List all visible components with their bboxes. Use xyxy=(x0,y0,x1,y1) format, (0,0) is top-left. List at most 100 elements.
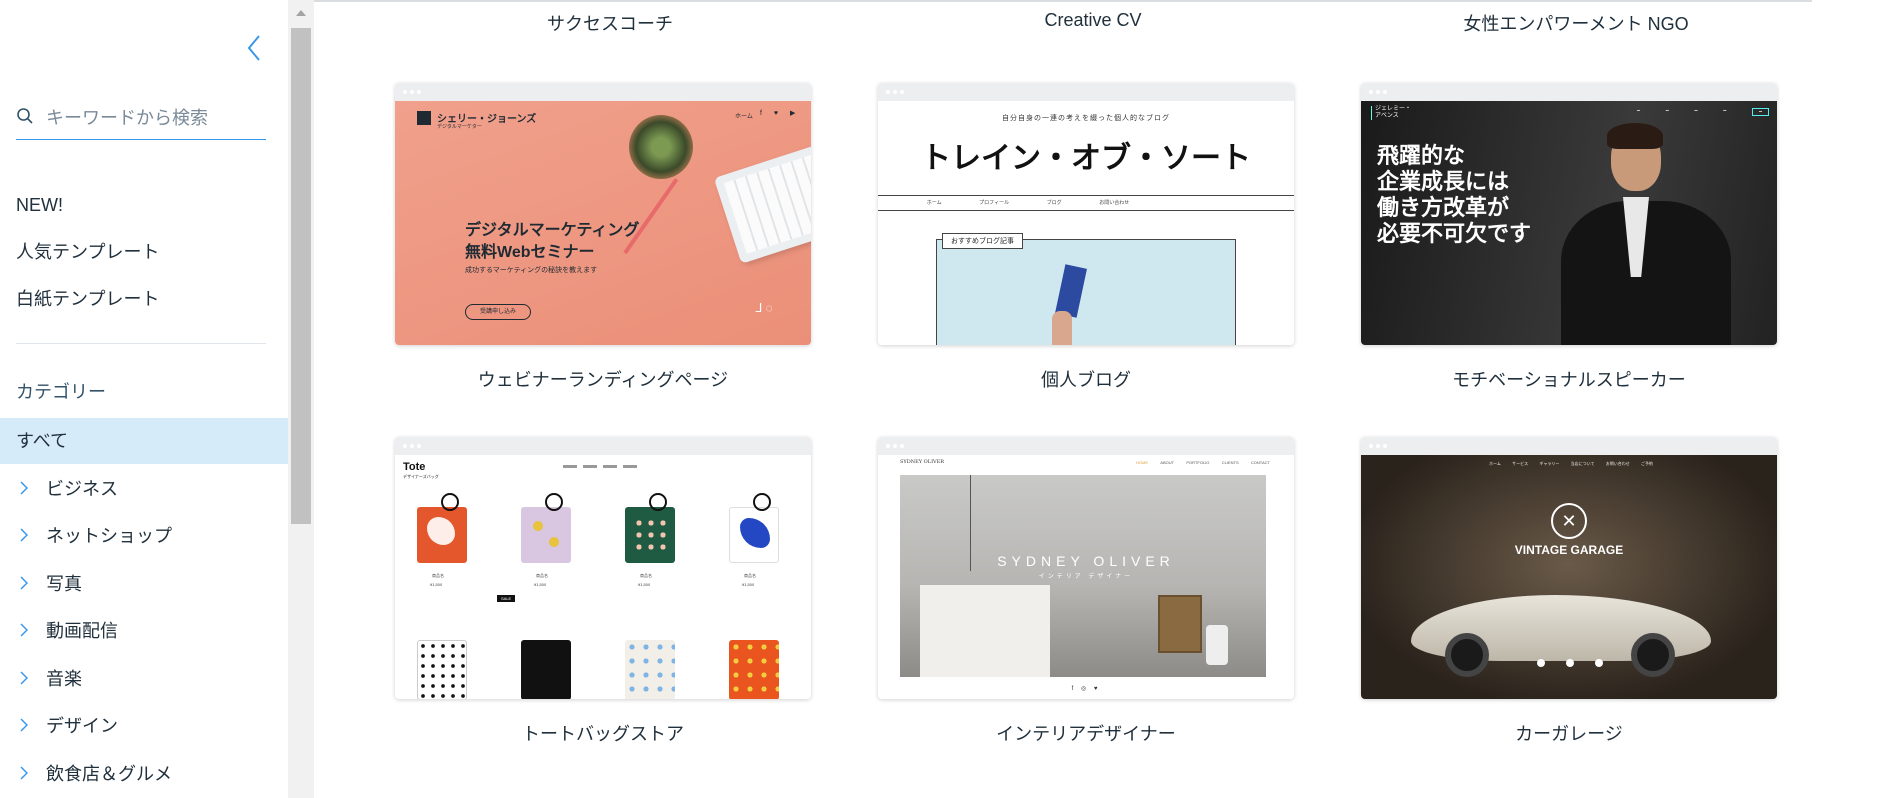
template-label[interactable]: Creative CV xyxy=(885,10,1301,31)
scroll-up-arrow-icon[interactable] xyxy=(288,0,314,26)
template-card-tote[interactable]: Tote デザイナーズバッグ 商品名 ¥1,500 商品名 ¥1,500 商品名… xyxy=(395,437,811,699)
category-item-label: デザイン xyxy=(46,716,118,737)
search-box xyxy=(16,98,266,140)
bag-strap xyxy=(649,493,667,511)
chevron-right-icon xyxy=(20,671,32,685)
template-label[interactable]: トートバッグストア xyxy=(395,720,811,746)
preview-hero xyxy=(936,239,1236,345)
template-card-interior[interactable]: SYDNEY OLIVER HOME ABOUT PORTFOLIO CLIENTS C… xyxy=(878,437,1294,699)
category-item-label: ビジネス xyxy=(46,478,118,499)
template-label[interactable]: 個人ブログ xyxy=(878,366,1294,392)
collapse-sidebar-chevron-left-icon[interactable] xyxy=(243,32,267,64)
social-icons: f ◎ ♥ xyxy=(1071,686,1101,692)
scrollbar-thumb[interactable] xyxy=(291,28,311,524)
quick-link-new[interactable]: NEW! xyxy=(16,190,159,237)
category-item-online-store[interactable]: ネットショップ xyxy=(0,512,288,560)
template-label[interactable]: カーガレージ xyxy=(1361,720,1777,746)
category-item-business[interactable]: ビジネス xyxy=(0,464,288,512)
sale-badge: SALE xyxy=(497,595,516,602)
search-input[interactable] xyxy=(46,108,246,129)
category-item-video[interactable]: 動画配信 xyxy=(0,607,288,655)
template-label[interactable]: モチベーショナルスピーカー xyxy=(1361,366,1777,392)
template-preview: ジェレミー・アベンス ━ ━ ━ ━ ━ 飛躍的な 企業成長には 働き方改革が 必要不可… xyxy=(1361,101,1777,345)
quick-link-popular[interactable]: 人気テンプレート xyxy=(16,237,159,284)
browser-bar xyxy=(395,437,811,455)
logo-square xyxy=(417,111,431,125)
template-label[interactable]: サクセスコーチ xyxy=(402,10,818,36)
social-icons: f ♥ ▶ xyxy=(760,110,801,117)
bag-strap xyxy=(545,493,563,511)
browser-bar xyxy=(395,83,811,101)
preview-headline: 無料Webセミナー xyxy=(465,244,595,261)
product-price: ¥1,500 xyxy=(430,582,443,587)
browser-bar xyxy=(878,437,1294,455)
bag-strap xyxy=(753,493,771,511)
category-item-design[interactable]: デザイン xyxy=(0,702,288,750)
chevron-right-icon xyxy=(20,481,32,495)
product-name: 商品名 xyxy=(640,573,652,578)
preview-nav: ホーム xyxy=(735,114,753,120)
bag-strap xyxy=(441,493,459,511)
divider xyxy=(16,343,266,344)
earphones-image: ᒧ ◌ xyxy=(755,301,773,315)
preview-title: トレイン・オブ・ソート xyxy=(921,141,1251,176)
chevron-right-icon xyxy=(20,528,32,542)
sidebar: NEW! 人気テンプレート 白紙テンプレート カテゴリー すべて ビジネス ネッ… xyxy=(0,0,288,798)
template-label[interactable]: ウェビナーランディングページ xyxy=(395,366,811,392)
browser-bar xyxy=(878,83,1294,101)
product-name: 商品名 xyxy=(744,573,756,578)
hand-image xyxy=(1052,311,1072,345)
car-wheel xyxy=(1631,633,1675,677)
quick-link-blank[interactable]: 白紙テンプレート xyxy=(16,284,159,331)
bag-image xyxy=(521,640,571,699)
category-item-music[interactable]: 音楽 xyxy=(0,654,288,702)
category-item-label: ネットショップ xyxy=(46,526,172,547)
category-item-photo[interactable]: 写真 xyxy=(0,559,288,607)
social-icons xyxy=(1537,659,1603,667)
category-item-label: 飲食店＆グルメ xyxy=(46,763,172,784)
template-card-blog[interactable]: 自分自身の一連の考えを綴った個人的なブログ トレイン・オブ・ソート ホーム プロフ… xyxy=(878,83,1294,345)
bag-image xyxy=(521,507,571,563)
preview-nav: HOME ABOUT PORTFOLIO CLIENTS CONTACT xyxy=(1136,460,1270,465)
category-all-selected[interactable]: すべて xyxy=(0,418,288,464)
product-price: ¥1,500 xyxy=(742,582,755,587)
preview-hero-sub: インテリア デザイナー xyxy=(1038,574,1134,580)
category-list: ビジネス ネットショップ 写真 動画配信 音楽 デザイン 飲食店＆グルメ xyxy=(0,464,288,797)
template-gallery: サクセスコーチ Creative CV 女性エンパワーメント NGO シェリー・… xyxy=(314,0,1890,798)
person-hair xyxy=(1607,123,1663,149)
template-preview: 自分自身の一連の考えを綴った個人的なブログ トレイン・オブ・ソート ホーム プロフ… xyxy=(878,101,1294,345)
product-name: 商品名 xyxy=(536,573,548,578)
keyboard-image xyxy=(713,144,811,264)
logo-line xyxy=(1371,106,1372,120)
preview-nav xyxy=(563,465,643,468)
preview-brand: ジェレミー・アベンス xyxy=(1375,106,1412,119)
chevron-right-icon xyxy=(20,623,32,637)
wrench-logo-icon: ✕ xyxy=(1551,503,1587,539)
bag-image xyxy=(417,507,467,563)
category-item-restaurant[interactable]: 飲食店＆グルメ xyxy=(0,749,288,797)
template-preview: SYDNEY OLIVER HOME ABOUT PORTFOLIO CLIENTS C… xyxy=(878,455,1294,699)
preview-nav: ホーム プロフィール ブログ お問い合わせ xyxy=(926,200,1130,206)
preview-brand: SYDNEY OLIVER xyxy=(900,459,945,465)
template-label[interactable]: インテリアデザイナー xyxy=(878,720,1294,746)
preview-brand-sub: デジタルマーケター xyxy=(437,124,482,130)
bag-image xyxy=(417,640,467,699)
top-divider xyxy=(314,0,1812,2)
template-card-webinar[interactable]: シェリー・ジョーンズ デジタルマーケター ホーム f ♥ ▶ デジタルマーケティ… xyxy=(395,83,811,345)
category-item-label: 音楽 xyxy=(46,668,82,689)
template-label[interactable]: 女性エンパワーメント NGO xyxy=(1368,10,1784,36)
template-preview: シェリー・ジョーンズ デジタルマーケター ホーム f ♥ ▶ デジタルマーケティ… xyxy=(395,101,811,345)
product-price: ¥1,500 xyxy=(534,582,547,587)
chevron-right-icon xyxy=(20,766,32,780)
plant-image xyxy=(629,115,693,179)
category-title: カテゴリー xyxy=(16,382,106,402)
template-card-speaker[interactable]: ジェレミー・アベンス ━ ━ ━ ━ ━ 飛躍的な 企業成長には 働き方改革が 必要不可… xyxy=(1361,83,1777,345)
preview-cta: 受講申し込み xyxy=(465,304,531,320)
sidebar-scrollbar[interactable] xyxy=(288,0,314,798)
preview-nav: ホーム サービス ギャラリー 当店について お問い合わせ ご予約 xyxy=(1489,461,1653,466)
preview-badge: おすすめブログ記事 xyxy=(942,233,1023,249)
template-card-garage[interactable]: ホーム サービス ギャラリー 当店について お問い合わせ ご予約 ✕ VINTAGE GA… xyxy=(1361,437,1777,699)
search-icon xyxy=(16,107,34,130)
preview-title: VINTAGE GARAGE xyxy=(1514,543,1624,557)
preview-tagline: 自分自身の一連の考えを綴った個人的なブログ xyxy=(1002,115,1170,122)
